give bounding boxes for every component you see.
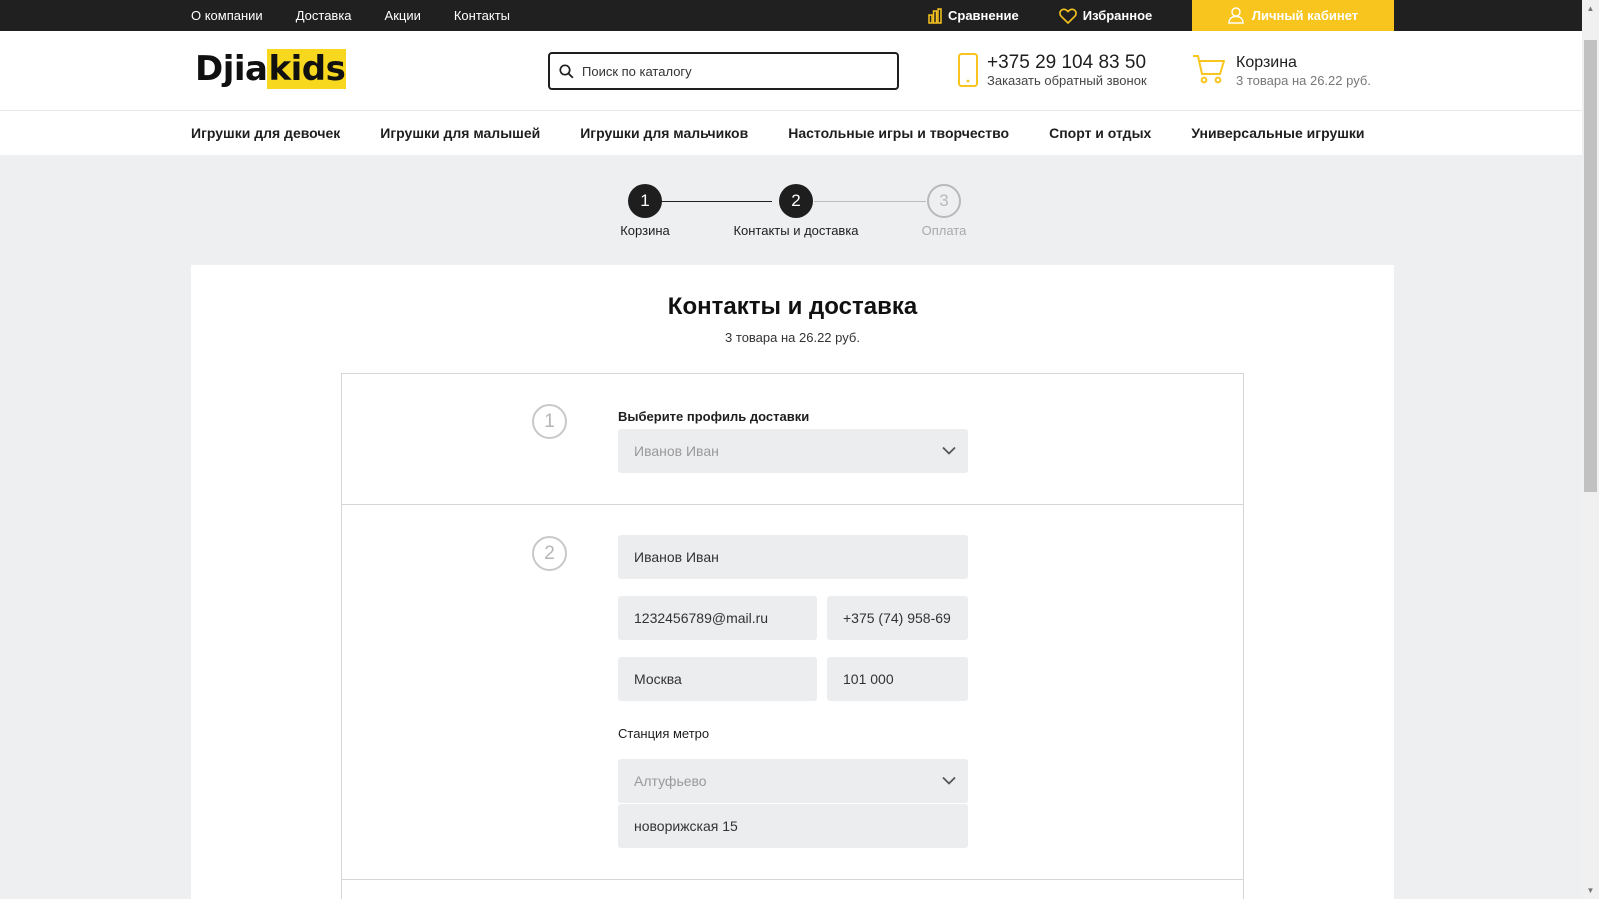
nav-item-girls-toys[interactable]: Игрушки для девочек [191, 125, 340, 141]
delivery-profile-value: Иванов Иван [634, 443, 719, 459]
step-3-circle: 3 [927, 184, 961, 218]
page-title: Контакты и доставка [667, 293, 918, 320]
address-field[interactable]: новорижская 15 [618, 804, 968, 848]
search-input[interactable] [582, 63, 872, 79]
address-value: новорижская 15 [634, 818, 738, 834]
page-scrollbar[interactable]: ▲ ▼ [1582, 0, 1599, 899]
checkout-form: 1 Выберите профиль доставки Иванов Иван … [341, 373, 1244, 899]
step-cart[interactable]: 1 Корзина [610, 184, 680, 238]
step-3-label: Оплата [921, 223, 967, 238]
checkout-steps: 1 Корзина 2 Контакты и доставка 3 Оплата [0, 184, 1582, 244]
nav-item-sport[interactable]: Спорт и отдых [1049, 125, 1151, 141]
zip-value: 101 000 [843, 671, 894, 687]
mobile-phone-icon [958, 53, 978, 87]
phone-value: +375 (74) 958-69 [843, 610, 951, 626]
name-value: Иванов Иван [634, 549, 719, 565]
nav-item-boys-toys[interactable]: Игрушки для мальчиков [580, 125, 748, 141]
metro-select[interactable]: Алтуфьево [618, 759, 968, 803]
personal-cabinet-button[interactable]: Личный кабинет [1192, 0, 1394, 31]
scroll-up-arrow-icon[interactable]: ▲ [1582, 0, 1599, 17]
top-bar: О компании Доставка Акции Контакты Сравн… [0, 0, 1582, 31]
contacts-section: 2 Иванов Иван 1232456789@mail.ru +375 (7… [342, 505, 1243, 880]
email-field[interactable]: 1232456789@mail.ru [618, 596, 817, 640]
logo-part1: Djia [195, 49, 268, 89]
delivery-profile-label: Выберите профиль доставки [618, 409, 810, 424]
section-2-number: 2 [532, 536, 567, 571]
checkout-card: Контакты и доставка 3 товара на 26.22 ру… [191, 265, 1394, 899]
phone-block: +375 29 104 83 50 Заказать обратный звон… [957, 53, 1147, 88]
step-2-circle: 2 [779, 184, 813, 218]
city-field[interactable]: Москва [618, 657, 817, 701]
top-link-promotions[interactable]: Акции [385, 8, 421, 23]
order-summary: 3 товара на 26.22 руб. [725, 330, 860, 345]
cart-summary: 3 товара на 26.22 руб. [1236, 73, 1371, 88]
header: Djiakids +375 29 104 83 50 Заказать обра… [0, 31, 1582, 111]
favorites-label: Избранное [1082, 8, 1153, 23]
name-field[interactable]: Иванов Иван [618, 535, 968, 579]
callback-link[interactable]: Заказать обратный звонок [987, 73, 1147, 88]
cabinet-label: Личный кабинет [1251, 8, 1359, 23]
city-value: Москва [634, 671, 682, 687]
nav-item-baby-toys[interactable]: Игрушки для малышей [380, 125, 540, 141]
step-payment: 3 Оплата [909, 184, 979, 238]
top-links: О компании Доставка Акции Контакты [191, 0, 510, 31]
compare-icon [928, 7, 942, 24]
nav-item-universal-toys[interactable]: Универсальные игрушки [1191, 125, 1364, 141]
email-value: 1232456789@mail.ru [634, 610, 769, 626]
user-icon [1228, 7, 1244, 24]
compare-label: Сравнение [948, 8, 1019, 23]
step-2-label: Контакты и доставка [733, 223, 859, 238]
top-link-about[interactable]: О компании [191, 8, 263, 23]
metro-value: Алтуфьево [634, 773, 707, 789]
logo-part2: kids [267, 49, 347, 89]
delivery-profile-select[interactable]: Иванов Иван [618, 429, 968, 473]
logo[interactable]: Djiakids [195, 49, 347, 89]
scrollbar-thumb[interactable] [1584, 40, 1597, 492]
nav-item-board-games[interactable]: Настольные игры и творчество [788, 125, 1009, 141]
phone-number[interactable]: +375 29 104 83 50 [987, 53, 1147, 73]
search-icon[interactable] [559, 63, 574, 79]
phone-field[interactable]: +375 (74) 958-69 [827, 596, 968, 640]
zip-field[interactable]: 101 000 [827, 657, 968, 701]
top-link-delivery[interactable]: Доставка [296, 8, 352, 23]
top-link-contacts[interactable]: Контакты [454, 8, 510, 23]
metro-label: Станция метро [618, 726, 710, 741]
delivery-profile-section: 1 Выберите профиль доставки Иванов Иван [342, 374, 1243, 505]
compare-link[interactable]: Сравнение [928, 7, 1019, 24]
scroll-down-arrow-icon[interactable]: ▼ [1582, 882, 1599, 899]
favorites-link[interactable]: Избранное [1058, 8, 1153, 24]
heart-icon [1058, 8, 1077, 24]
cart-title: Корзина [1236, 54, 1297, 71]
section-1-number: 1 [532, 404, 567, 439]
step-contacts: 2 Контакты и доставка [726, 184, 866, 238]
catalog-nav: Игрушки для девочек Игрушки для малышей … [0, 111, 1582, 155]
cart-block[interactable]: Корзина 3 товара на 26.22 руб. [1192, 53, 1371, 88]
cart-icon [1193, 55, 1225, 84]
search-box [548, 52, 899, 90]
chevron-down-icon [942, 446, 956, 455]
chevron-down-icon [942, 776, 956, 785]
step-1-circle: 1 [628, 184, 662, 218]
step-1-label: Корзина [620, 223, 670, 238]
